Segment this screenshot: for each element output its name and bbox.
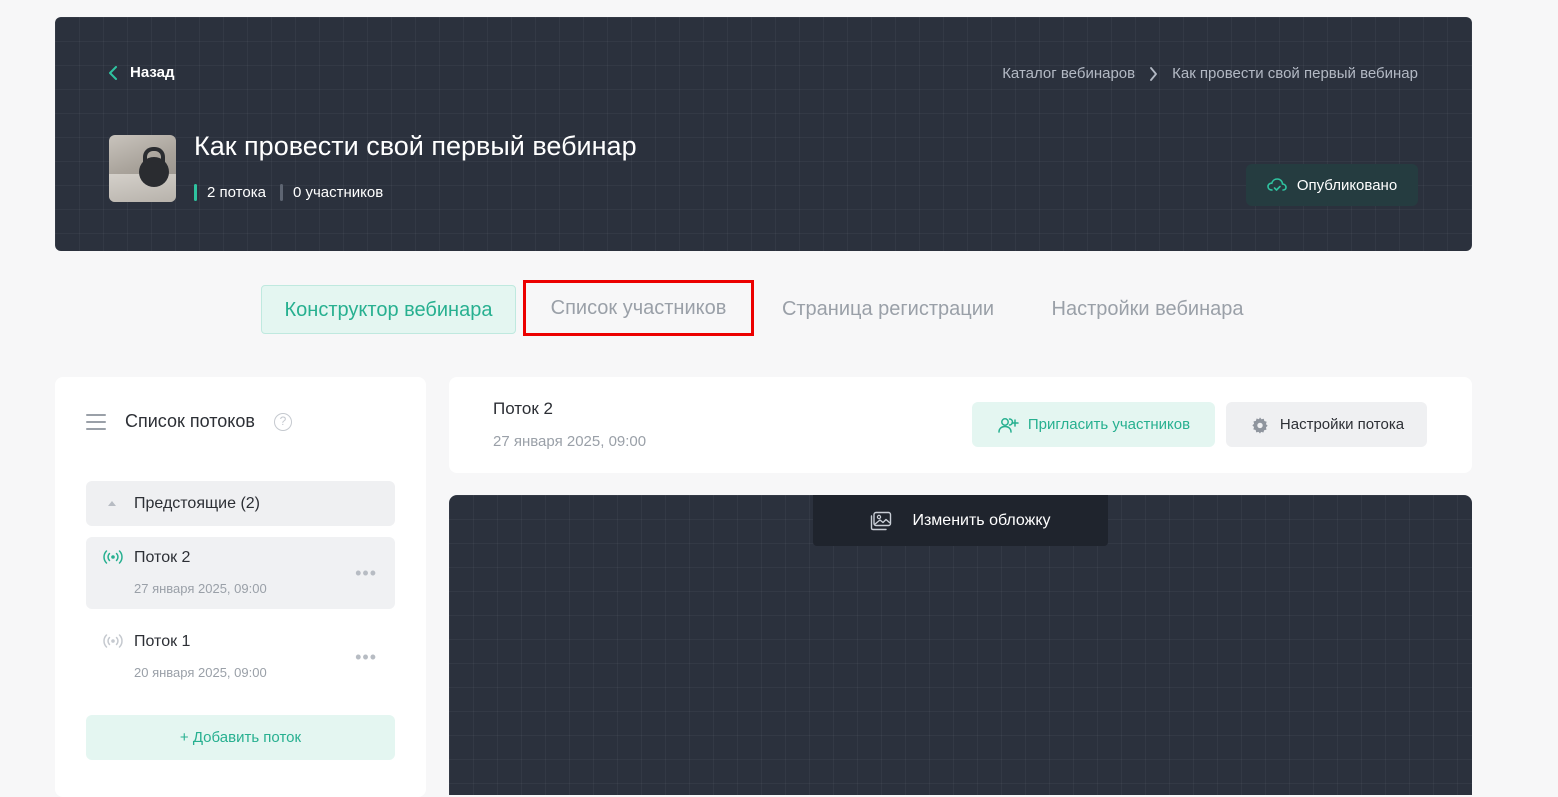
add-users-icon — [998, 417, 1019, 433]
participants-marker — [279, 184, 283, 201]
stream-cover-area: Изменить обложку — [449, 495, 1472, 795]
gear-icon — [1252, 416, 1268, 434]
participants-count: 0 участников — [292, 184, 384, 201]
upcoming-group-label: Предстоящие (2) — [134, 494, 260, 512]
cloud-check-icon — [1267, 178, 1287, 191]
change-cover-label: Изменить обложку — [912, 511, 1051, 529]
stream-date: 20 января 2025, 09:00 — [134, 665, 267, 680]
stream-date: 27 января 2025, 09:00 — [134, 581, 267, 596]
published-status-button[interactable]: Опубликовано — [1246, 164, 1418, 206]
breadcrumb-catalog[interactable]: Каталог вебинаров — [1002, 65, 1135, 82]
invite-participants-button[interactable]: Пригласить участников — [972, 402, 1215, 447]
invite-participants-label: Пригласить участников — [1027, 416, 1191, 433]
stream-name: Поток 1 — [134, 633, 191, 650]
breadcrumb: Каталог вебинаров Как провести свой перв… — [1002, 65, 1418, 82]
streams-count: 2 потока — [207, 184, 266, 201]
chevron-right-icon — [1150, 66, 1158, 81]
upcoming-group-toggle[interactable]: Предстоящие (2) — [86, 481, 395, 526]
stream-item[interactable]: Поток 2 27 января 2025, 09:00 ••• — [86, 537, 395, 609]
caret-up-icon — [108, 501, 116, 506]
stream-title: Поток 2 — [493, 399, 553, 418]
tab-constructor[interactable]: Конструктор вебинара — [261, 285, 516, 334]
stream-settings-label: Настройки потока — [1279, 416, 1405, 433]
more-options-icon[interactable]: ••• — [355, 647, 377, 668]
streams-marker — [194, 184, 197, 201]
tab-registration[interactable]: Страница регистрации — [768, 285, 1008, 334]
stream-name: Поток 2 — [134, 549, 191, 566]
more-options-icon[interactable]: ••• — [355, 563, 377, 584]
stream-item[interactable]: Поток 1 20 января 2025, 09:00 ••• — [86, 621, 395, 693]
broadcast-icon — [103, 634, 123, 648]
stream-header: Поток 2 27 января 2025, 09:00 Пригласить… — [449, 377, 1472, 473]
image-icon — [871, 511, 892, 530]
chevron-left-icon — [109, 65, 117, 80]
help-icon[interactable]: ? — [274, 413, 292, 431]
webinar-stats: 2 потока 0 участников — [194, 184, 383, 201]
webinar-cover-thumbnail — [109, 135, 176, 202]
tab-participants[interactable]: Список участников — [523, 280, 754, 336]
published-status-label: Опубликовано — [1296, 176, 1398, 194]
add-stream-button[interactable]: + Добавить поток — [86, 715, 395, 760]
tab-settings[interactable]: Настройки вебинара — [1035, 285, 1260, 334]
page-title: Как провести свой первый вебинар — [194, 131, 637, 161]
streams-list-title: Список потоков — [125, 411, 255, 431]
streams-sidebar: Список потоков ? Предстоящие (2) Поток 2… — [55, 377, 426, 797]
broadcast-icon — [103, 550, 123, 564]
back-label: Назад — [130, 64, 175, 81]
webinar-header: Назад Каталог вебинаров Как провести сво… — [55, 17, 1472, 251]
back-button[interactable]: Назад — [108, 64, 174, 81]
breadcrumb-current: Как провести свой первый вебинар — [1172, 65, 1418, 82]
menu-icon[interactable] — [86, 414, 106, 430]
webinar-tabs: Конструктор вебинара Список участников С… — [0, 280, 1558, 336]
change-cover-button[interactable]: Изменить обложку — [813, 495, 1108, 546]
stream-settings-button[interactable]: Настройки потока — [1226, 402, 1427, 447]
stream-datetime: 27 января 2025, 09:00 — [493, 433, 647, 450]
